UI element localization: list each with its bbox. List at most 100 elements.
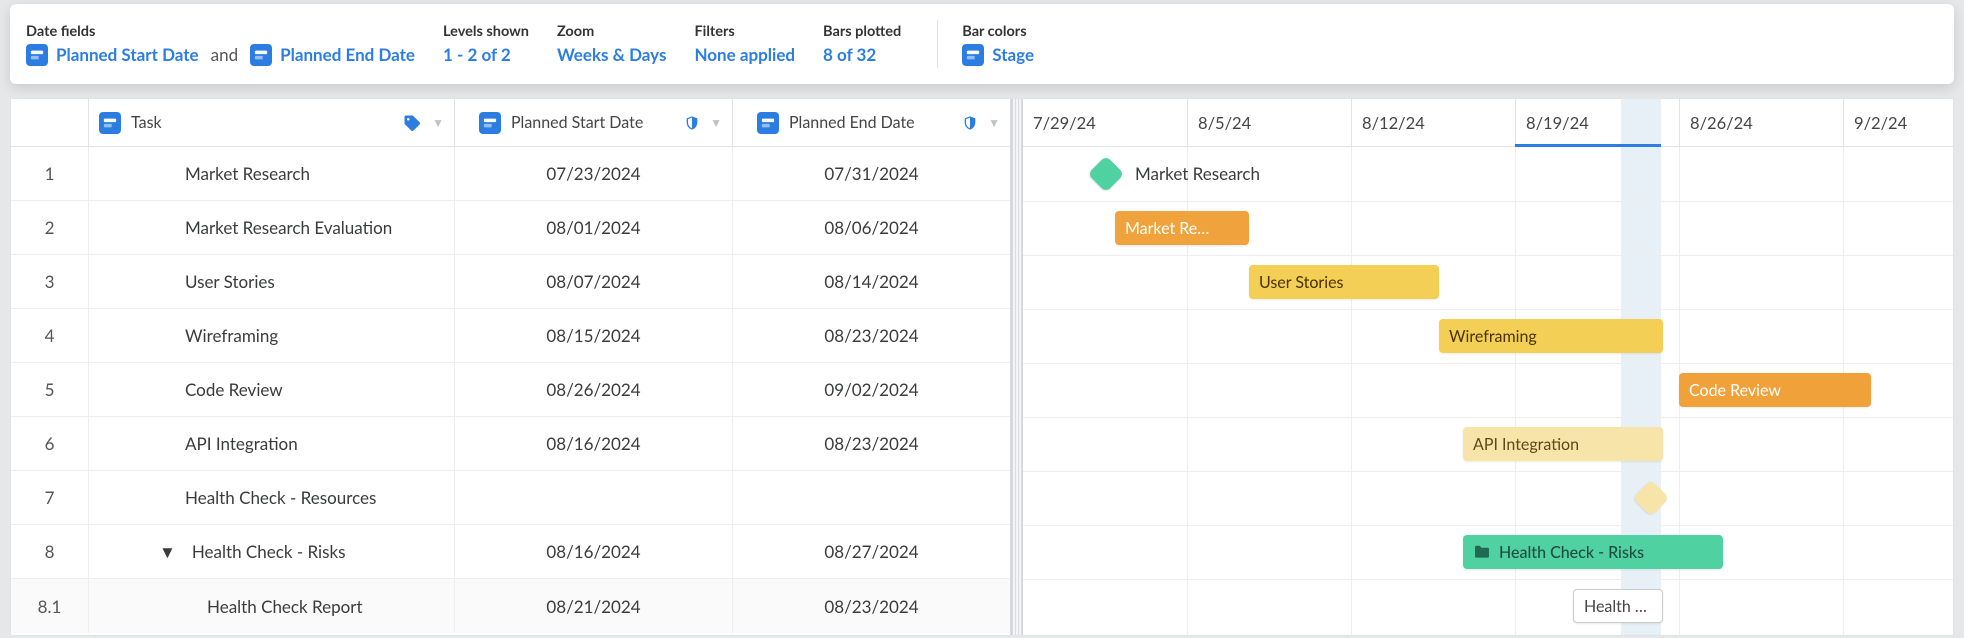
toolbar-zoom[interactable]: Zoom Weeks & Days bbox=[557, 14, 694, 74]
end-date[interactable]: 08/06/2024 bbox=[733, 201, 1010, 254]
end-date[interactable]: 09/02/2024 bbox=[733, 363, 1010, 416]
task-field-icon bbox=[99, 112, 121, 134]
table-row[interactable]: 2 Market Research Evaluation 08/01/2024 … bbox=[11, 201, 1010, 255]
gantt-bar[interactable]: API Integration bbox=[1463, 427, 1663, 461]
toolbar-filters[interactable]: Filters None applied bbox=[694, 14, 823, 74]
gantt-bar[interactable]: Health … bbox=[1573, 589, 1663, 623]
gantt-bar[interactable]: Code Review bbox=[1679, 373, 1871, 407]
row-number: 7 bbox=[11, 471, 89, 524]
shield-icon[interactable] bbox=[684, 114, 700, 132]
expand-toggle-icon[interactable]: ▼ bbox=[159, 541, 176, 563]
toolbar-label: Levels shown bbox=[443, 23, 529, 40]
chevron-down-icon[interactable]: ▼ bbox=[988, 115, 1000, 130]
task-name[interactable]: Market Research bbox=[99, 163, 310, 184]
timeline-tick[interactable]: 9/2/24 bbox=[1843, 99, 1953, 146]
task-name[interactable]: User Stories bbox=[99, 271, 275, 292]
table-row[interactable]: 5 Code Review 08/26/2024 09/02/2024 bbox=[11, 363, 1010, 417]
filters-value: None applied bbox=[694, 44, 795, 65]
timeline-tick[interactable]: 8/26/24 bbox=[1679, 99, 1843, 146]
start-date[interactable]: 08/01/2024 bbox=[455, 201, 733, 254]
end-date[interactable]: 07/31/2024 bbox=[733, 147, 1010, 200]
table-row[interactable]: 7 Health Check - Resources bbox=[11, 471, 1010, 525]
gantt-panel: Task ▼ Planned Start Date ▼ bbox=[10, 98, 1954, 636]
table-row[interactable]: 3 User Stories 08/07/2024 08/14/2024 bbox=[11, 255, 1010, 309]
end-date[interactable]: 08/14/2024 bbox=[733, 255, 1010, 308]
task-column-header[interactable]: Task ▼ bbox=[89, 99, 455, 146]
timeline-header: 7/29/24 8/5/24 8/12/24 8/19/24 8/26/24 9… bbox=[1023, 99, 1953, 147]
gantt-milestone[interactable] bbox=[1088, 156, 1125, 193]
table-body: 1 Market Research 07/23/2024 07/31/2024 … bbox=[11, 147, 1010, 635]
date-field-icon bbox=[757, 112, 779, 134]
gantt-bar-label: API Integration bbox=[1473, 435, 1579, 454]
gantt-bar-label: Wireframing bbox=[1449, 327, 1537, 346]
date-field-end[interactable]: Planned End Date bbox=[280, 44, 415, 65]
end-date[interactable]: 08/23/2024 bbox=[733, 417, 1010, 470]
timeline-tick[interactable]: 8/5/24 bbox=[1187, 99, 1351, 146]
timeline-body[interactable]: Market Research Market Re… User Stories … bbox=[1023, 147, 1953, 635]
end-column-header[interactable]: Planned End Date ▼ bbox=[733, 99, 1010, 146]
gantt-bar[interactable]: User Stories bbox=[1249, 265, 1439, 299]
end-date[interactable]: 08/23/2024 bbox=[733, 579, 1010, 633]
timeline-tick[interactable]: 7/29/24 bbox=[1023, 99, 1187, 146]
gantt-milestone[interactable] bbox=[1633, 480, 1670, 517]
table-row[interactable]: 8.1 Health Check Report 08/21/2024 08/23… bbox=[11, 579, 1010, 633]
toolbar-levels[interactable]: Levels shown 1 - 2 of 2 bbox=[443, 14, 557, 74]
and-text: and bbox=[211, 44, 238, 65]
toolbar-label: Filters bbox=[694, 23, 795, 40]
task-name[interactable]: Market Research Evaluation bbox=[99, 217, 392, 238]
toolbar-bar-colors[interactable]: Bar colors Stage bbox=[962, 14, 1062, 74]
start-date[interactable]: 08/26/2024 bbox=[455, 363, 733, 416]
gantt-timeline: 7/29/24 8/5/24 8/12/24 8/19/24 8/26/24 9… bbox=[1023, 99, 1953, 635]
gantt-bar-label: Health Check - Risks bbox=[1499, 543, 1644, 562]
chevron-down-icon[interactable]: ▼ bbox=[432, 115, 444, 130]
start-date[interactable]: 08/15/2024 bbox=[455, 309, 733, 362]
table-row[interactable]: 6 API Integration 08/16/2024 08/23/2024 bbox=[11, 417, 1010, 471]
task-name[interactable]: Health Check - Resources bbox=[99, 487, 376, 508]
gantt-bar[interactable]: Market Re… bbox=[1115, 211, 1249, 245]
start-date[interactable]: 08/16/2024 bbox=[455, 417, 733, 470]
zoom-value: Weeks & Days bbox=[557, 44, 666, 65]
row-number-header bbox=[11, 99, 89, 146]
end-date[interactable]: 08/27/2024 bbox=[733, 525, 1010, 578]
gantt-bar-label: User Stories bbox=[1259, 273, 1343, 292]
bars-value: 8 of 32 bbox=[823, 44, 876, 65]
gantt-toolbar: Date fields Planned Start Date and Plann… bbox=[10, 4, 1954, 84]
start-date[interactable]: 08/16/2024 bbox=[455, 525, 733, 578]
table-row[interactable]: 1 Market Research 07/23/2024 07/31/2024 bbox=[11, 147, 1010, 201]
toolbar-bars-plotted[interactable]: Bars plotted 8 of 32 bbox=[823, 14, 929, 74]
date-field-start[interactable]: Planned Start Date bbox=[56, 44, 199, 65]
task-table: Task ▼ Planned Start Date ▼ bbox=[11, 99, 1011, 635]
levels-value: 1 - 2 of 2 bbox=[443, 44, 511, 65]
start-date[interactable]: 08/07/2024 bbox=[455, 255, 733, 308]
end-date[interactable] bbox=[733, 471, 1010, 524]
task-name[interactable]: Wireframing bbox=[99, 325, 278, 346]
task-name[interactable]: Code Review bbox=[99, 379, 283, 400]
task-name[interactable]: API Integration bbox=[99, 433, 298, 454]
timeline-tick[interactable]: 8/19/24 bbox=[1515, 99, 1679, 146]
table-row[interactable]: 8 ▼ Health Check - Risks 08/16/2024 08/2… bbox=[11, 525, 1010, 579]
end-date[interactable]: 08/23/2024 bbox=[733, 309, 1010, 362]
start-date[interactable]: 07/23/2024 bbox=[455, 147, 733, 200]
start-date[interactable]: 08/21/2024 bbox=[455, 579, 733, 633]
pane-splitter[interactable] bbox=[1011, 99, 1023, 635]
table-row[interactable]: 4 Wireframing 08/15/2024 08/23/2024 bbox=[11, 309, 1010, 363]
row-number: 4 bbox=[11, 309, 89, 362]
toolbar-date-fields[interactable]: Date fields Planned Start Date and Plann… bbox=[26, 14, 443, 74]
toolbar-label: Bar colors bbox=[962, 23, 1034, 40]
shield-icon[interactable] bbox=[962, 114, 978, 132]
start-date[interactable] bbox=[455, 471, 733, 524]
gantt-bar-label: Market Research bbox=[1135, 163, 1260, 184]
toolbar-label: Bars plotted bbox=[823, 23, 901, 40]
gantt-bar-label: Code Review bbox=[1689, 381, 1781, 400]
column-label: Task bbox=[131, 113, 162, 132]
task-name[interactable]: Health Check Report bbox=[99, 596, 363, 617]
start-column-header[interactable]: Planned Start Date ▼ bbox=[455, 99, 733, 146]
timeline-tick[interactable]: 8/12/24 bbox=[1351, 99, 1515, 146]
row-number: 3 bbox=[11, 255, 89, 308]
gantt-bar[interactable]: Wireframing bbox=[1439, 319, 1663, 353]
tag-icon[interactable] bbox=[402, 113, 422, 133]
chevron-down-icon[interactable]: ▼ bbox=[710, 115, 722, 130]
gantt-group-bar[interactable]: Health Check - Risks bbox=[1463, 535, 1723, 569]
gantt-bar-label: Health … bbox=[1584, 597, 1647, 616]
task-name[interactable]: Health Check - Risks bbox=[192, 541, 346, 562]
